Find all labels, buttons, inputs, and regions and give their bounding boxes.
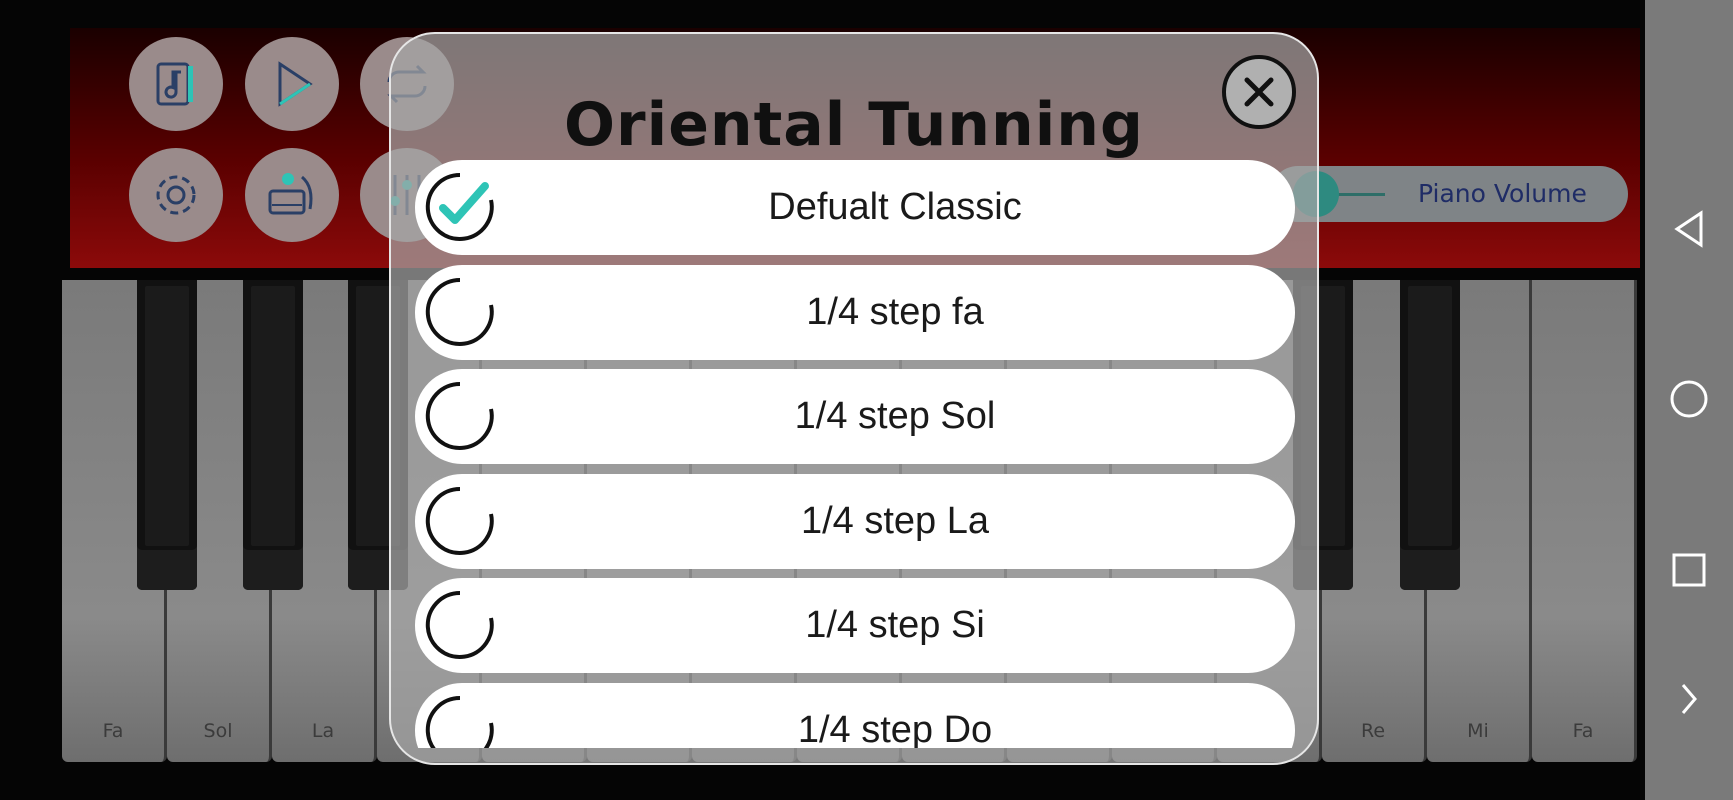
home-icon [1670,380,1708,418]
black-key[interactable] [1400,280,1460,590]
back-icon [1674,210,1703,248]
tuning-dialog: Oriental Tunning Defualt Classic 1/4 ste… [389,32,1319,765]
option-quarter-step-do[interactable]: 1/4 step Do [415,683,1295,748]
home-button[interactable] [1667,377,1711,421]
settings-button[interactable] [129,148,223,242]
close-icon [1244,77,1274,107]
note-label: La [311,720,335,742]
play-icon [278,61,313,107]
close-button[interactable] [1222,55,1296,129]
radio-unselected-icon [425,277,494,346]
chevron-right-icon [1681,684,1697,714]
radio-unselected-icon [425,486,494,555]
volume-label: Piano Volume [1418,179,1587,208]
note-label: Mi [1467,720,1489,742]
note-label: Sol [203,720,233,742]
option-quarter-step-si[interactable]: 1/4 step Si [415,578,1295,673]
gear-icon [156,175,196,215]
option-quarter-step-la[interactable]: 1/4 step La [415,474,1295,569]
option-default-classic[interactable]: Defualt Classic [415,160,1295,255]
option-quarter-step-sol[interactable]: 1/4 step Sol [415,369,1295,464]
recents-icon [1672,553,1706,587]
tuning-options-list[interactable]: Defualt Classic 1/4 step fa 1/4 step Sol… [415,160,1295,748]
option-label: 1/4 step Si [805,604,985,646]
white-key[interactable]: Fa [1532,280,1637,762]
radio-unselected-icon [425,381,494,450]
piano-volume-control[interactable]: Piano Volume [1270,166,1628,222]
note-label: Fa [1572,720,1594,742]
system-navigation-bar [1645,0,1733,800]
note-label: Re [1360,720,1386,742]
radio-unselected-icon [425,695,494,748]
option-label: 1/4 step fa [806,291,984,333]
instrument-icon [268,173,313,215]
radio-unselected-icon [425,590,494,659]
music-file-icon [156,62,193,106]
instrument-button[interactable] [245,148,339,242]
dialog-title: Oriental Tunning [564,90,1144,160]
play-button[interactable] [245,37,339,131]
note-label: Fa [102,720,124,742]
back-button[interactable] [1667,207,1711,251]
black-key[interactable] [137,280,197,590]
option-label: Defualt Classic [768,186,1022,228]
expand-button[interactable] [1667,677,1711,721]
black-key[interactable] [243,280,303,590]
option-label: 1/4 step La [800,500,990,542]
option-label: 1/4 step Do [797,709,993,748]
check-icon [425,172,494,241]
music-library-button[interactable] [129,37,223,131]
recents-button[interactable] [1667,548,1711,592]
option-quarter-step-fa[interactable]: 1/4 step fa [415,265,1295,360]
option-label: 1/4 step Sol [794,395,996,437]
